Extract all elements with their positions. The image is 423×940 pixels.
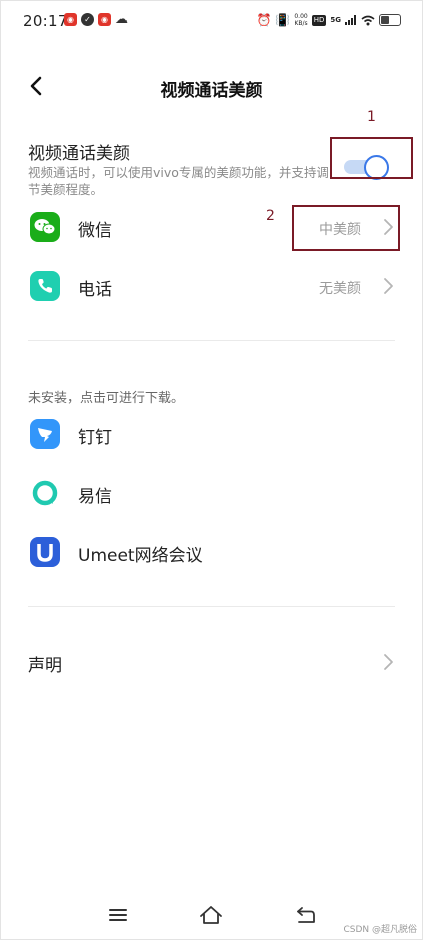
beauty-toggle-description: 视频通话时，可以使用vivo专属的美颜功能，并支持调节美颜程度。 bbox=[28, 165, 329, 197]
netease-music-icon: ◉ bbox=[64, 13, 77, 26]
home-icon bbox=[200, 906, 222, 924]
phone-icon bbox=[30, 271, 60, 301]
status-time: 20:17 bbox=[23, 12, 68, 30]
app-value-phone: 无美颜 bbox=[319, 281, 361, 297]
dingtalk-icon bbox=[30, 419, 60, 449]
page-title: 视频通话美颜 bbox=[160, 81, 263, 101]
annotation-box-2 bbox=[292, 205, 400, 251]
app-row-yixin[interactable]: 易信 bbox=[0, 465, 423, 521]
signal-bars-icon bbox=[345, 15, 356, 25]
menu-icon bbox=[109, 909, 127, 921]
chevron-right-icon bbox=[384, 278, 393, 294]
app-row-phone[interactable]: 电话 无美颜 bbox=[0, 258, 423, 314]
hd-badge: HD bbox=[311, 14, 327, 26]
app-row-dingtalk[interactable]: 钉钉 bbox=[0, 406, 423, 462]
statement-label: 声明 bbox=[28, 656, 62, 676]
statement-row[interactable]: 声明 bbox=[0, 634, 423, 690]
notification-icons: ◉ ✓ ◉ ☁ bbox=[64, 12, 128, 27]
app-label-phone: 电话 bbox=[78, 280, 112, 300]
section-divider bbox=[28, 606, 395, 607]
beauty-toggle-title: 视频通话美颜 bbox=[28, 144, 130, 164]
menu-button[interactable] bbox=[104, 903, 132, 927]
wechat-icon bbox=[30, 212, 60, 242]
annotation-box-1 bbox=[330, 137, 413, 179]
uninstalled-note: 未安装，点击可进行下载。 bbox=[28, 391, 185, 406]
net-speed-unit: KB/s bbox=[294, 20, 308, 27]
umeet-icon bbox=[30, 537, 60, 567]
app-label-wechat: 微信 bbox=[78, 221, 112, 241]
vibrate-icon: 📳 bbox=[275, 13, 291, 27]
app-label-umeet: Umeet网络会议 bbox=[78, 546, 203, 566]
annotation-number-1: 1 bbox=[367, 109, 376, 125]
home-button[interactable] bbox=[197, 903, 225, 927]
signal-5g-label: 5G bbox=[330, 16, 341, 24]
app-label-yixin: 易信 bbox=[78, 487, 112, 507]
app-row-umeet[interactable]: Umeet网络会议 bbox=[0, 524, 423, 580]
net-speed: 0.00 KB/s bbox=[294, 13, 307, 27]
wifi-icon bbox=[361, 15, 375, 25]
chevron-right-icon bbox=[384, 654, 393, 670]
cloud-app-icon: ☁ bbox=[115, 12, 128, 27]
checkmark-app-icon: ✓ bbox=[81, 13, 94, 26]
annotation-number-2: 2 bbox=[266, 208, 275, 224]
section-divider bbox=[28, 340, 395, 341]
status-bar: 20:17 ◉ ✓ ◉ ☁ ⏰ 📳 0.00 KB/s HD 5G bbox=[0, 0, 423, 44]
net-speed-value: 0.00 bbox=[294, 13, 308, 20]
back-icon bbox=[297, 907, 315, 923]
back-nav-button[interactable] bbox=[292, 903, 320, 927]
watermark: CSDN @超凡脱俗 bbox=[343, 925, 417, 935]
app-label-dingtalk: 钉钉 bbox=[78, 428, 112, 448]
alarm-icon: ⏰ bbox=[256, 13, 272, 27]
netease-music-icon: ◉ bbox=[98, 13, 111, 26]
battery-icon bbox=[379, 14, 401, 26]
yixin-icon bbox=[30, 478, 60, 508]
system-icons: ⏰ 📳 0.00 KB/s HD 5G bbox=[256, 12, 401, 28]
